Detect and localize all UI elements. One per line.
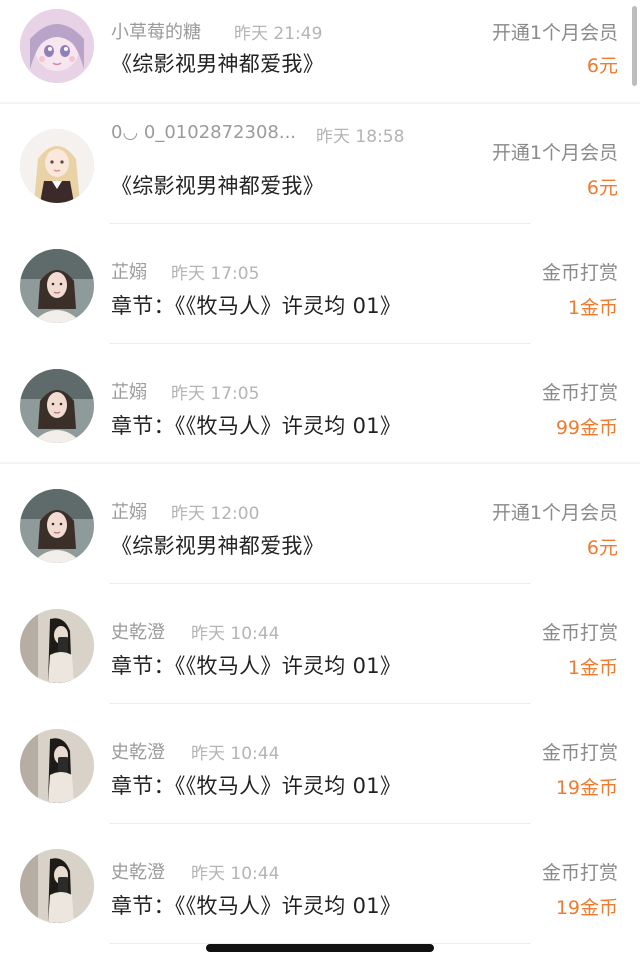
avatar[interactable]	[20, 369, 94, 443]
record-type: 金币打赏	[541, 622, 618, 644]
user-name: 小草莓的糖	[111, 22, 201, 43]
record-title: 《综影视男神都爱我》	[111, 174, 324, 198]
record-type: 金币打赏	[541, 862, 618, 884]
avatar[interactable]	[20, 609, 94, 683]
timestamp: 昨天 10:44	[191, 744, 280, 764]
user-name: 史乾澄	[111, 622, 165, 643]
mirror-selfie-avatar-icon	[20, 849, 94, 923]
woman-portrait-avatar-icon	[20, 249, 94, 323]
woman-portrait-avatar-icon	[20, 489, 94, 563]
timestamp: 昨天 10:44	[191, 864, 280, 884]
record-amount: 1金币	[567, 657, 618, 679]
record-title: 章节：《《牧马人》许灵均 01》	[111, 294, 402, 318]
avatar[interactable]	[20, 129, 94, 203]
avatar[interactable]	[20, 729, 94, 803]
record-title: 《综影视男神都爱我》	[111, 534, 324, 558]
user-name: 芷嫋	[111, 262, 147, 283]
blonde-girl-avatar-icon	[20, 129, 94, 203]
record-amount: 1金币	[567, 297, 618, 319]
anime-girl-avatar-icon	[20, 9, 94, 83]
avatar[interactable]	[20, 249, 94, 323]
scrollbar[interactable]	[632, 6, 637, 86]
list-item[interactable]: 小草莓的糖 昨天 21:49 《综影视男神都爱我》 开通1个月会员 6元	[0, 0, 640, 104]
mirror-selfie-avatar-icon	[20, 729, 94, 803]
record-amount: 6元	[586, 55, 618, 77]
list-item[interactable]: 史乾澄 昨天 10:44 章节：《《牧马人》许灵均 01》 金币打赏 19金币	[0, 704, 640, 824]
record-title: 《综影视男神都爱我》	[111, 52, 324, 76]
list-item[interactable]: 史乾澄 昨天 10:44 章节：《《牧马人》许灵均 01》 金币打赏 1金币	[0, 584, 640, 704]
record-title: 章节：《《牧马人》许灵均 01》	[111, 414, 402, 438]
timestamp: 昨天 18:58	[316, 127, 405, 147]
avatar[interactable]	[20, 489, 94, 563]
record-type: 金币打赏	[541, 742, 618, 764]
record-type: 金币打赏	[541, 382, 618, 404]
screen: 小草莓的糖 昨天 21:49 《综影视男神都爱我》 开通1个月会员 6元 0◡ …	[0, 0, 640, 965]
list-item[interactable]: 0◡ 0_0102872308... 昨天 18:58 《综影视男神都爱我》 开…	[0, 104, 640, 224]
record-type: 开通1个月会员	[491, 502, 618, 524]
home-indicator[interactable]	[206, 944, 434, 952]
user-name: 史乾澄	[111, 742, 165, 763]
record-title: 章节：《《牧马人》许灵均 01》	[111, 894, 402, 918]
record-title: 章节：《《牧马人》许灵均 01》	[111, 774, 402, 798]
mirror-selfie-avatar-icon	[20, 609, 94, 683]
record-title: 章节：《《牧马人》许灵均 01》	[111, 654, 402, 678]
timestamp: 昨天 17:05	[171, 264, 260, 284]
list-item[interactable]: 史乾澄 昨天 10:44 章节：《《牧马人》许灵均 01》 金币打赏 19金币	[0, 824, 640, 944]
timestamp: 昨天 21:49	[234, 24, 323, 44]
record-amount: 19金币	[555, 897, 618, 919]
timestamp: 昨天 12:00	[171, 504, 260, 524]
record-amount: 19金币	[555, 777, 618, 799]
record-type: 开通1个月会员	[491, 22, 618, 44]
list-item[interactable]: 芷嫋 昨天 17:05 章节：《《牧马人》许灵均 01》 金币打赏 1金币	[0, 224, 640, 344]
record-amount: 99金币	[555, 417, 618, 439]
avatar[interactable]	[20, 9, 94, 83]
woman-portrait-avatar-icon	[20, 369, 94, 443]
user-name: 芷嫋	[111, 382, 147, 403]
record-amount: 6元	[586, 537, 618, 559]
user-name: 芷嫋	[111, 502, 147, 523]
list-item[interactable]: 芷嫋 昨天 17:05 章节：《《牧马人》许灵均 01》 金币打赏 99金币	[0, 344, 640, 464]
timestamp: 昨天 10:44	[191, 624, 280, 644]
avatar[interactable]	[20, 849, 94, 923]
record-type: 开通1个月会员	[491, 142, 618, 164]
user-name: 0◡ 0_0102872308...	[111, 122, 297, 143]
timestamp: 昨天 17:05	[171, 384, 260, 404]
list-item[interactable]: 芷嫋 昨天 12:00 《综影视男神都爱我》 开通1个月会员 6元	[0, 464, 640, 584]
record-list[interactable]: 小草莓的糖 昨天 21:49 《综影视男神都爱我》 开通1个月会员 6元 0◡ …	[0, 0, 640, 944]
record-amount: 6元	[586, 177, 618, 199]
record-type: 金币打赏	[541, 262, 618, 284]
user-name: 史乾澄	[111, 862, 165, 883]
